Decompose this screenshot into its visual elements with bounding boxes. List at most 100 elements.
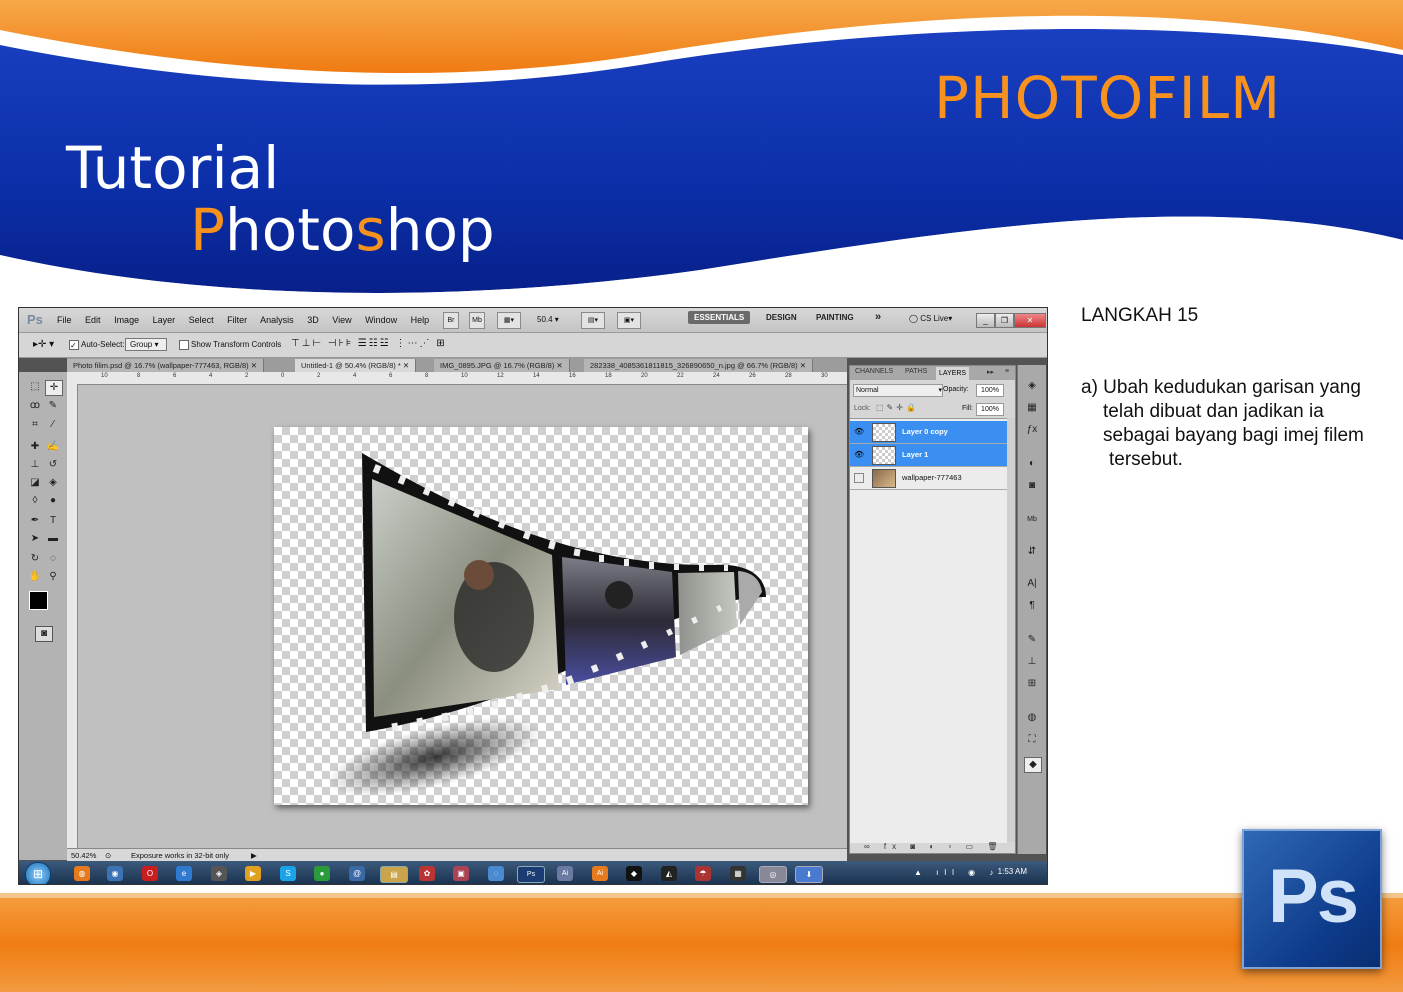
workspace-essentials[interactable]: ESSENTIALS: [688, 311, 751, 324]
align-icons[interactable]: ⊤⊥⊢ ⊣⊦⊧ ☰☷☳ ⋮⋯⋰ ⊞: [291, 338, 447, 349]
mini-bridge-panel-icon[interactable]: Mb: [1024, 513, 1040, 527]
type-tool-icon[interactable]: T: [45, 514, 61, 528]
system-tray-icons[interactable]: ▲ ıll ◉ ♪: [914, 868, 999, 877]
move-tool-preset-icon[interactable]: ▸✛ ▾: [33, 339, 54, 350]
tab-channels[interactable]: CHANNELS: [855, 368, 893, 375]
eyedropper-tool-icon[interactable]: ⁄: [45, 418, 61, 432]
lasso-tool-icon[interactable]: ꝏ: [27, 399, 43, 413]
messenger-icon[interactable]: @: [349, 866, 365, 881]
blur-tool-icon[interactable]: ◊: [27, 494, 43, 508]
workspace-design[interactable]: DESIGN: [766, 313, 797, 322]
tab-photo-filim[interactable]: Photo filim.psd @ 16.7% (wallpaper-77746…: [67, 359, 264, 372]
foreground-color-swatch[interactable]: [29, 591, 48, 610]
hand-tool-icon[interactable]: ✋: [27, 570, 43, 584]
app-icon-grid[interactable]: ▦: [730, 866, 746, 881]
canvas-area[interactable]: [78, 385, 847, 850]
explorer-folder-icon[interactable]: ▤: [380, 866, 408, 883]
auto-select-checkbox[interactable]: ✓ Auto-Select:: [69, 340, 125, 350]
app-icon-pink[interactable]: ▣: [453, 866, 469, 881]
app-icon-red[interactable]: ✿: [419, 866, 435, 881]
taskbar-clock[interactable]: 1:53 AM: [998, 867, 1027, 876]
zoom-tool-icon[interactable]: ⚲: [45, 570, 61, 584]
opera-icon[interactable]: O: [142, 866, 158, 881]
opacity-field[interactable]: 100%: [976, 384, 1004, 397]
app-icon-blue[interactable]: ◌: [488, 866, 504, 881]
auto-select-dropdown[interactable]: Group ▾: [125, 338, 167, 351]
menu-view[interactable]: View: [332, 315, 351, 325]
pen-tool-icon[interactable]: ✒: [27, 514, 43, 528]
app-icon-black[interactable]: ◆: [626, 866, 642, 881]
menu-image[interactable]: Image: [114, 315, 139, 325]
screen-mode-icon[interactable]: ▣▾: [617, 312, 641, 329]
tool-presets-icon[interactable]: ⊞: [1024, 677, 1040, 691]
workspace-painting[interactable]: PAINTING: [816, 313, 854, 322]
tab-layers[interactable]: LAYERS: [936, 367, 970, 380]
color-panel-icon[interactable]: ◍: [1024, 711, 1040, 725]
menu-select[interactable]: Select: [189, 315, 214, 325]
menu-3d[interactable]: 3D: [307, 315, 319, 325]
quick-select-tool-icon[interactable]: ✎: [45, 399, 61, 413]
3d-orbit-icon[interactable]: ◌: [45, 552, 61, 566]
marquee-tool-icon[interactable]: ⬚: [27, 380, 43, 394]
clone-stamp-icon[interactable]: ⊥: [27, 458, 43, 472]
show-transform-checkbox[interactable]: Show Transform Controls: [179, 340, 281, 350]
dodge-tool-icon[interactable]: ●: [45, 494, 61, 508]
close-button[interactable]: ✕: [1014, 313, 1046, 328]
tab-untitled-1[interactable]: Untitled-1 @ 50.4% (RGB/8) * ✕: [295, 359, 417, 372]
paint-bucket-icon[interactable]: ◈: [45, 476, 61, 490]
maximize-button[interactable]: ❐: [995, 313, 1014, 328]
tab-282338[interactable]: 282338_4085361811815_326890650_n.jpg @ 6…: [584, 359, 814, 372]
app-icon-orange[interactable]: Ai: [592, 866, 608, 881]
adjustments-icon[interactable]: ◐: [1024, 457, 1040, 471]
zoom-level-field[interactable]: 50.4 ▾: [537, 315, 559, 324]
mini-bridge-icon[interactable]: Mb: [469, 312, 485, 329]
fill-field[interactable]: 100%: [976, 403, 1004, 416]
layers-scrollbar[interactable]: [1007, 418, 1015, 842]
app-icon-umbrella[interactable]: ☂: [695, 866, 711, 881]
document-canvas[interactable]: [274, 427, 808, 805]
clone-source-icon[interactable]: ⊥: [1024, 655, 1040, 669]
3d-panel-icon[interactable]: ◈: [1024, 379, 1040, 393]
menu-file[interactable]: File: [57, 315, 72, 325]
media-icon[interactable]: ◈: [211, 866, 227, 881]
app-icon-download[interactable]: ⬇: [795, 866, 823, 883]
crop-tool-icon[interactable]: ⌗: [27, 418, 43, 432]
player-icon[interactable]: ▶: [245, 866, 261, 881]
3d-rotate-icon[interactable]: ↻: [27, 552, 43, 566]
layers-panel-footer-icons[interactable]: ∞ fx ◙ ◐ ▫ ▭ 🗑: [864, 842, 1003, 851]
move-tool-icon[interactable]: ✛: [45, 380, 63, 396]
menu-help[interactable]: Help: [411, 315, 430, 325]
lock-icons[interactable]: ⬚✎✛🔒: [876, 403, 919, 412]
app-icon-gray[interactable]: ◎: [759, 866, 787, 883]
photoshop-taskbar-icon[interactable]: Ps: [517, 866, 545, 883]
minimize-button[interactable]: _: [976, 313, 995, 328]
app-icon-ai[interactable]: Ai: [557, 866, 573, 881]
menu-window[interactable]: Window: [365, 315, 397, 325]
brush-tool-icon[interactable]: ✍: [45, 440, 61, 454]
view-extras-icon[interactable]: ▦▾: [497, 312, 521, 329]
cs-live-menu[interactable]: ◯ CS Live▾: [909, 314, 952, 323]
arrange-documents-icon[interactable]: ▤▾: [581, 312, 605, 329]
history-brush-icon[interactable]: ↺: [45, 458, 61, 472]
app-icon-dark[interactable]: ◭: [661, 866, 677, 881]
visibility-eye-icon[interactable]: [854, 473, 864, 483]
layer-row[interactable]: 👁 Layer 1: [850, 444, 1007, 467]
skype-icon[interactable]: S: [280, 866, 296, 881]
tab-img-0895[interactable]: IMG_0895.JPG @ 16.7% (RGB/8) ✕: [434, 359, 570, 372]
layer-row[interactable]: 👁 Layer 0 copy: [850, 421, 1007, 444]
more-workspaces-icon[interactable]: »: [875, 311, 881, 323]
tab-paths[interactable]: PATHS: [905, 368, 927, 375]
history-panel-icon[interactable]: ⇵: [1024, 545, 1040, 559]
start-button-icon[interactable]: ⊞: [25, 862, 51, 884]
menu-layer[interactable]: Layer: [153, 315, 176, 325]
panel-menu-icon[interactable]: ≡: [1005, 368, 1009, 375]
healing-brush-icon[interactable]: ✚: [27, 440, 43, 454]
layer-row[interactable]: wallpaper-777463: [850, 467, 1007, 490]
firefox-icon[interactable]: ◍: [74, 866, 90, 881]
panel-collapse-icon[interactable]: ▸▸: [987, 368, 994, 376]
quick-mask-icon[interactable]: ◙: [35, 626, 53, 642]
navigator-icon[interactable]: ⛶: [1024, 733, 1040, 747]
bridge-icon[interactable]: Br: [443, 312, 459, 329]
chrome-icon[interactable]: ●: [314, 866, 330, 881]
menu-edit[interactable]: Edit: [85, 315, 101, 325]
